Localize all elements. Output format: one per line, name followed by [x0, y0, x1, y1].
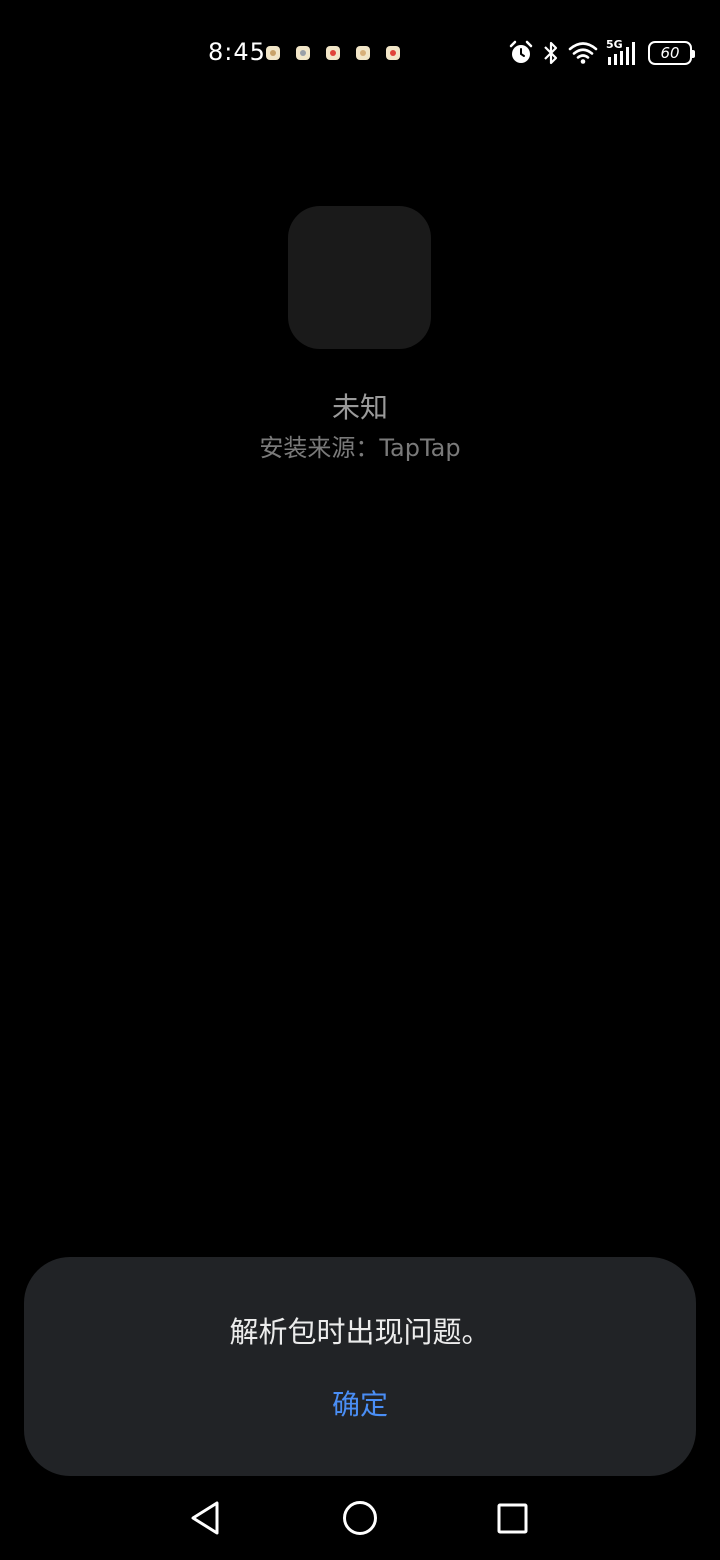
app-icon-placeholder	[288, 206, 431, 349]
error-dialog: 解析包时出现问题。 确定	[24, 1257, 696, 1476]
recents-button[interactable]	[492, 1498, 532, 1538]
dialog-message: 解析包时出现问题。	[229, 1315, 491, 1349]
recents-square-icon	[497, 1503, 528, 1534]
app-notification-icon	[356, 46, 370, 60]
status-indicators: 5G 60	[508, 38, 695, 68]
notification-icons	[266, 46, 400, 60]
alarm-icon	[508, 40, 534, 66]
status-bar: 8:45 5G 60	[0, 0, 720, 108]
status-time: 8:45	[208, 38, 266, 66]
battery-icon: 60	[648, 41, 695, 65]
wifi-icon	[568, 41, 598, 65]
navigation-bar	[0, 1478, 720, 1560]
home-button[interactable]	[340, 1498, 380, 1538]
bluetooth-icon	[542, 40, 560, 66]
app-notification-icon	[266, 46, 280, 60]
app-notification-icon	[296, 46, 310, 60]
app-notification-icon	[386, 46, 400, 60]
back-triangle-icon	[191, 1501, 219, 1535]
cellular-signal-icon: 5G	[606, 39, 640, 67]
back-button[interactable]	[186, 1498, 226, 1538]
install-source: 安装来源：TapTap	[259, 434, 461, 462]
home-circle-icon	[343, 1501, 377, 1535]
confirm-button[interactable]: 确定	[260, 1377, 460, 1433]
app-name: 未知	[331, 391, 388, 424]
app-notification-icon	[326, 46, 340, 60]
